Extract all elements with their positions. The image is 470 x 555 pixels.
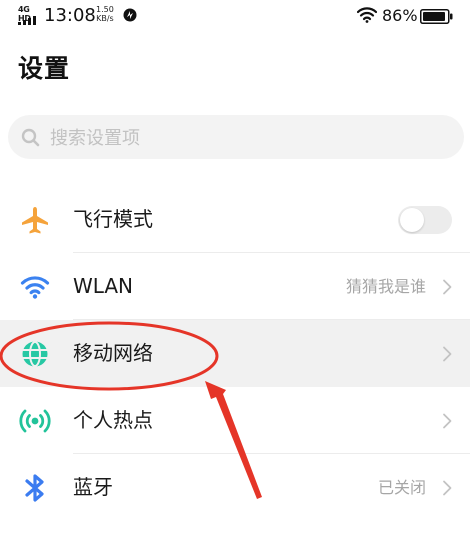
network-speed: 1.50 KB/s [96, 5, 114, 23]
airplane-icon [22, 207, 48, 234]
battery-icon [420, 9, 453, 24]
toggle-knob [400, 208, 424, 232]
chevron-right-icon [443, 279, 452, 295]
battery-percent: 86% [382, 6, 418, 25]
setting-row-mobile-network[interactable]: 移动网络 [0, 320, 470, 387]
setting-label-wlan: WLAN [73, 274, 134, 298]
setting-label-bluetooth: 蓝牙 [73, 475, 113, 499]
hotspot-icon [19, 409, 51, 433]
wifi-status-icon [357, 7, 377, 23]
chevron-right-icon [443, 413, 452, 429]
search-icon [21, 128, 40, 147]
airplane-mode-toggle[interactable] [398, 206, 452, 234]
search-input[interactable] [48, 121, 452, 155]
bluetooth-icon [25, 474, 44, 502]
setting-row-wlan[interactable]: WLAN 猜猜我是谁 [0, 253, 470, 320]
setting-row-hotspot[interactable]: 个人热点 [0, 387, 470, 454]
setting-row-bluetooth[interactable]: 蓝牙 已关闭 [0, 454, 470, 521]
status-time: 13:08 [44, 5, 96, 26]
network-indicator: 4G HD [18, 5, 40, 25]
setting-label-mobile-network: 移动网络 [73, 341, 153, 365]
chevron-right-icon [443, 480, 452, 496]
page-title: 设置 [18, 54, 71, 83]
setting-label-airplane-mode: 飞行模式 [73, 207, 153, 231]
wlan-network-name: 猜猜我是谁 [345, 277, 426, 296]
setting-row-airplane-mode[interactable]: 飞行模式 [0, 186, 470, 253]
signal-icon [18, 16, 36, 25]
chevron-right-icon [443, 346, 452, 362]
search-bar[interactable] [8, 115, 464, 159]
bluetooth-status: 已关闭 [377, 478, 426, 497]
network-speed-value: 1.50 [96, 5, 114, 14]
setting-label-hotspot: 个人热点 [73, 408, 153, 432]
globe-icon [22, 341, 48, 367]
network-speed-unit: KB/s [96, 14, 114, 23]
notification-app-icon [123, 8, 137, 22]
status-bar: 4G HD 13:08 1.50 KB/s 86% [0, 0, 470, 34]
settings-list: 飞行模式 WLAN 猜猜我是谁 移动网络 个人热点 蓝牙 已关闭 [0, 186, 470, 521]
wifi-icon [20, 276, 50, 299]
